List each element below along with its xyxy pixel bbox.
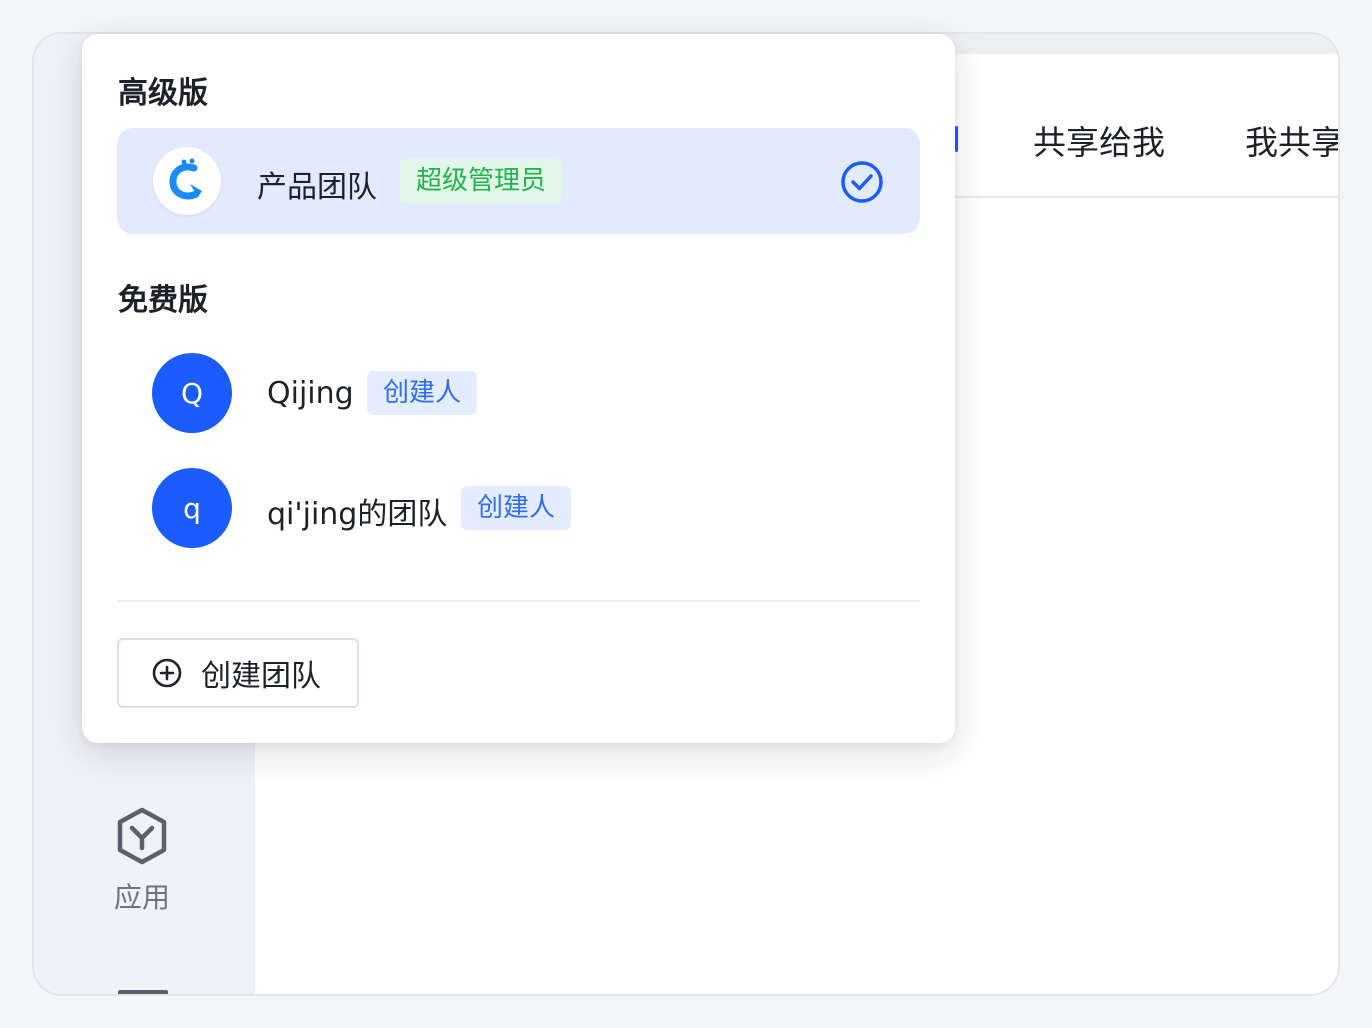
tab-my-shared[interactable]: 我共享 [1245, 116, 1338, 164]
create-team-button[interactable]: 创建团队 [117, 638, 359, 708]
hexagon-y-icon [117, 807, 167, 865]
sidebar-next-icon[interactable] [118, 990, 168, 994]
team-name: qi'jing的团队 [267, 497, 448, 532]
create-team-label: 创建团队 [201, 659, 321, 694]
role-badge-creator: 创建人 [367, 371, 478, 415]
role-badge-admin: 超级管理员 [400, 159, 563, 203]
tab-shared-to-me[interactable]: 共享给我 [1033, 116, 1165, 164]
team-name: 产品团队 [257, 170, 377, 205]
plus-circle-icon [152, 658, 182, 688]
sidebar-item-apps[interactable]: 应用 [104, 806, 180, 916]
team-row-product[interactable]: 产品团队 超级管理员 [117, 128, 920, 234]
divider [117, 600, 920, 602]
role-badge-creator: 创建人 [461, 486, 572, 530]
selected-check-icon [841, 161, 883, 203]
avatar: Q [152, 353, 232, 433]
team-row-qijing[interactable]: Q Qijing 创建人 [117, 338, 920, 444]
sidebar-item-label: 应用 [113, 881, 170, 914]
avatar: q [152, 468, 232, 548]
active-tab-indicator [955, 126, 958, 152]
team-switcher-dropdown: 高级版 产品团队 超级管理员 免费版 Q Qijing 创建人 q qi'jin… [82, 34, 955, 743]
free-section-title: 免费版 [118, 283, 208, 318]
team-logo-icon [153, 147, 221, 215]
team-row-qijing-team[interactable]: q qi'jing的团队 创建人 [117, 453, 920, 559]
team-name: Qijing [267, 376, 354, 411]
premium-section-title: 高级版 [118, 76, 208, 111]
